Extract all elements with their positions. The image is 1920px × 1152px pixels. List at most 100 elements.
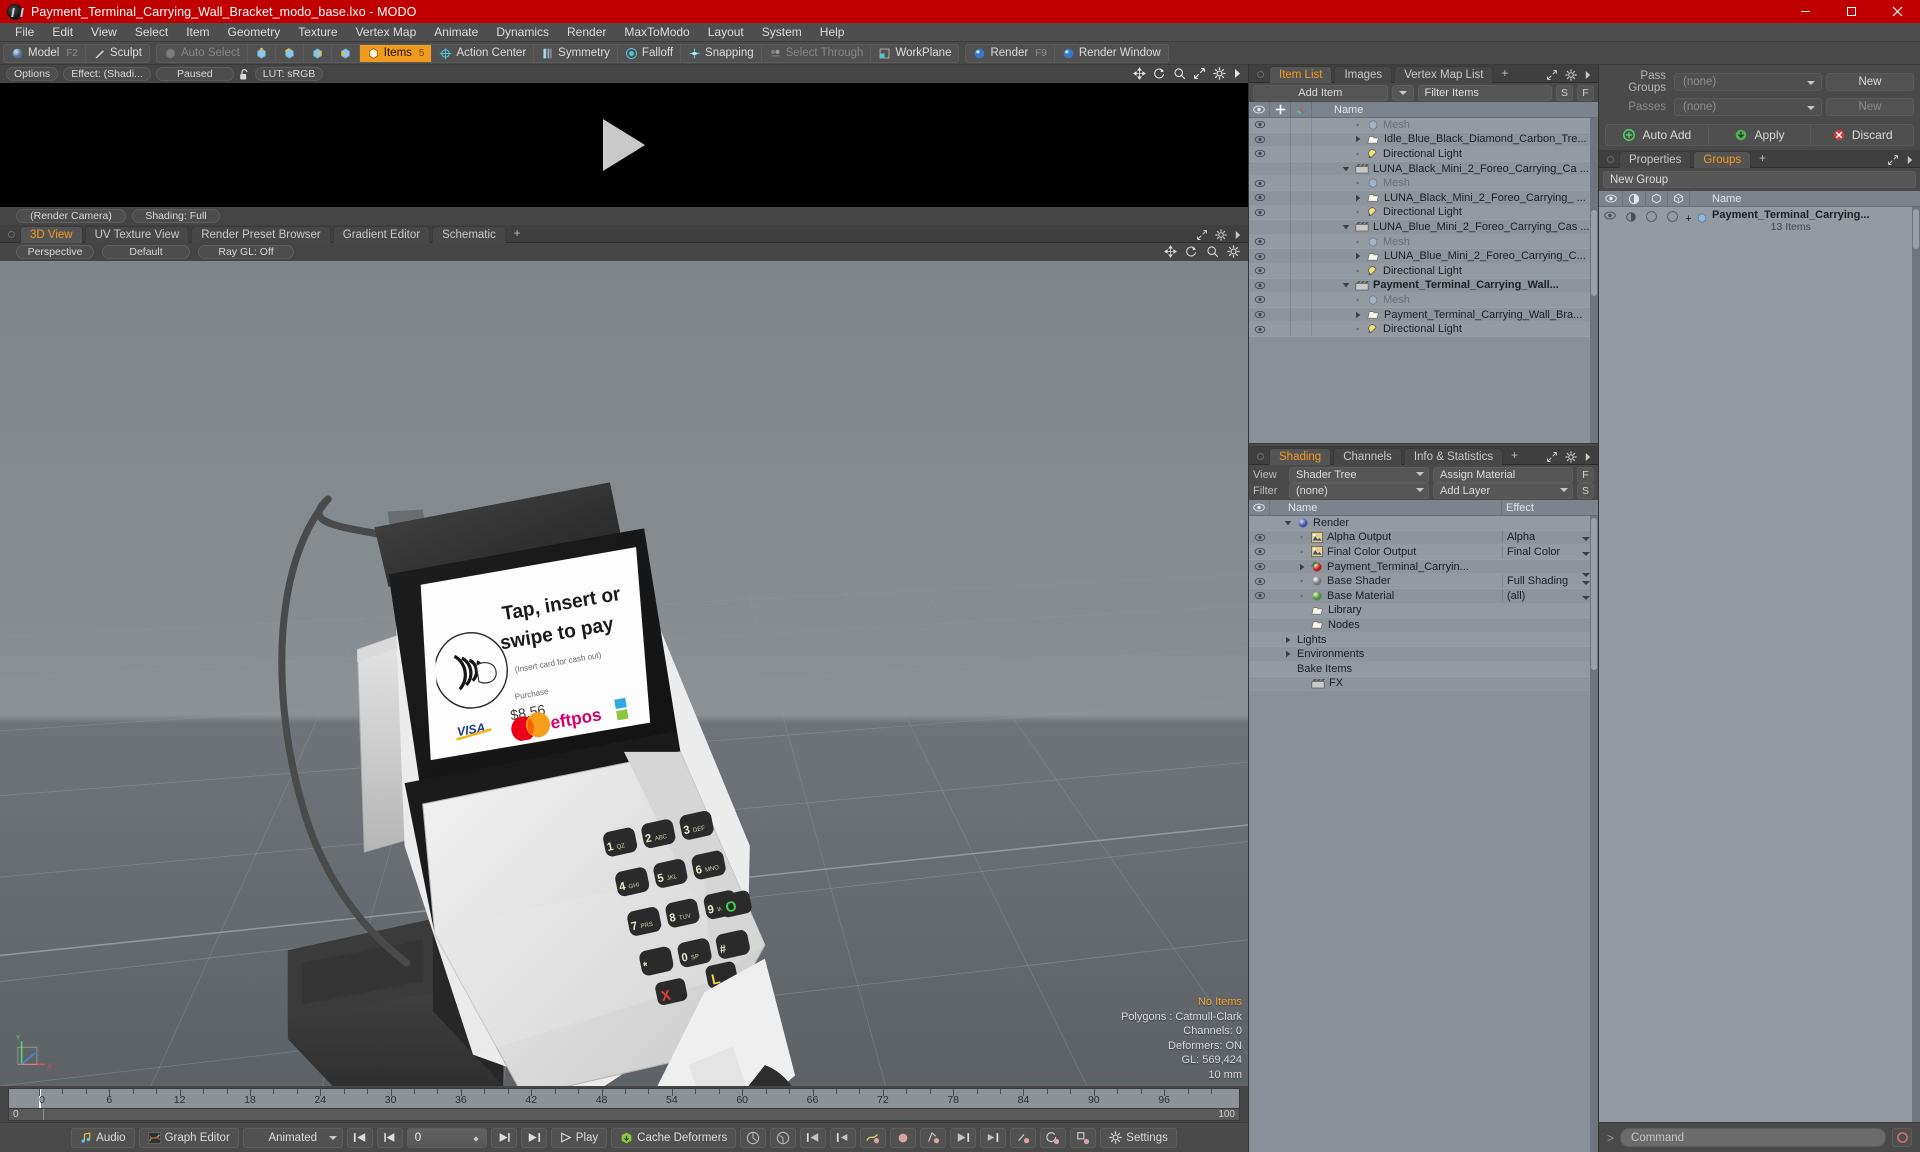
row-name-cell[interactable]: Base Material bbox=[1270, 590, 1502, 602]
chevron-down-icon[interactable] bbox=[1340, 281, 1351, 289]
row-visibility-toggle[interactable] bbox=[1249, 193, 1270, 202]
gear-icon[interactable] bbox=[1565, 451, 1577, 463]
row-name-cell[interactable]: Alpha Output bbox=[1270, 531, 1502, 543]
row-visibility-toggle[interactable] bbox=[1249, 591, 1270, 600]
chevron-down-icon[interactable] bbox=[1282, 519, 1293, 527]
preview-effect-button[interactable]: Effect: (Shadi... bbox=[63, 67, 151, 81]
assign-material-button[interactable]: Assign Material bbox=[1433, 466, 1573, 483]
edge-mode-button[interactable] bbox=[276, 44, 304, 62]
gear-icon[interactable] bbox=[1213, 67, 1226, 80]
item-list-row[interactable]: Idle_Blue_Black_Diamond_Carbon_Tre... bbox=[1249, 132, 1598, 148]
autokey-alt-button[interactable] bbox=[770, 1127, 797, 1148]
row-name-cell[interactable]: Environments bbox=[1270, 648, 1502, 660]
auto-add-button[interactable]: Auto Add bbox=[1605, 124, 1709, 146]
groups-scrollbar[interactable] bbox=[1912, 207, 1920, 1122]
rotate-key-button[interactable] bbox=[1040, 1127, 1067, 1148]
row-axis-cell[interactable] bbox=[1291, 132, 1312, 147]
viewport-tab-dot-icon[interactable] bbox=[8, 231, 15, 238]
row-name-cell[interactable]: Payment_Terminal_Carryin... bbox=[1270, 561, 1502, 573]
render-button[interactable]: Render F9 bbox=[966, 44, 1055, 62]
auto-select-button[interactable]: Auto Select bbox=[157, 44, 248, 62]
prev-key-button[interactable] bbox=[800, 1127, 827, 1148]
chevron-right-icon[interactable] bbox=[1233, 68, 1242, 79]
row-name-cell[interactable]: Base Shader bbox=[1270, 575, 1502, 587]
row-visibility-toggle[interactable] bbox=[1249, 562, 1270, 571]
items-mode-button[interactable]: Items 5 bbox=[359, 44, 433, 62]
chevron-right-icon[interactable] bbox=[1584, 452, 1592, 462]
item-list-body[interactable]: Mesh Idle_Blue_Black_Diamond_Carbon_Tre..… bbox=[1249, 118, 1598, 443]
step-back-button[interactable] bbox=[376, 1127, 403, 1148]
command-record-button[interactable] bbox=[1892, 1128, 1912, 1147]
row-name-cell[interactable]: Nodes bbox=[1270, 619, 1502, 631]
chevron-down-icon[interactable] bbox=[1340, 165, 1351, 173]
item-list-row[interactable]: Directional Light bbox=[1249, 263, 1598, 279]
row-axis-cell[interactable] bbox=[1291, 307, 1312, 322]
shader-tree-select[interactable]: Shader Tree bbox=[1289, 466, 1429, 483]
row-axis-cell[interactable] bbox=[1291, 161, 1312, 176]
apply-button[interactable]: Apply bbox=[1708, 124, 1812, 146]
minimize-button[interactable] bbox=[1782, 0, 1828, 23]
row-lock-cell[interactable] bbox=[1270, 248, 1291, 264]
move-key-button[interactable] bbox=[1010, 1127, 1037, 1148]
menu-render[interactable]: Render bbox=[558, 23, 615, 42]
chevron-right-icon[interactable] bbox=[1296, 563, 1307, 571]
shading-add-tab-button[interactable]: + bbox=[1505, 448, 1524, 465]
row-visibility-toggle[interactable] bbox=[1249, 325, 1270, 334]
fit-icon[interactable] bbox=[1193, 67, 1206, 80]
row-name-cell[interactable]: Mesh bbox=[1312, 119, 1598, 131]
create-key-curve-button[interactable] bbox=[860, 1127, 887, 1148]
chevron-down-icon[interactable] bbox=[1582, 581, 1590, 586]
timeline[interactable]: 6 12 18 24 30 36 42 48 54 60 66 72 78 84 90 96 0 0 100 bbox=[0, 1086, 1248, 1122]
row-lock-cell[interactable] bbox=[1270, 118, 1291, 133]
row-axis-cell[interactable] bbox=[1291, 205, 1312, 220]
row-lock-cell[interactable] bbox=[1270, 175, 1291, 191]
zoom-icon[interactable] bbox=[1206, 245, 1219, 258]
menu-system[interactable]: System bbox=[753, 23, 811, 42]
go-to-end-button[interactable] bbox=[520, 1127, 547, 1148]
select-through-button[interactable]: Select Through bbox=[762, 44, 872, 62]
viewport-raygl-button[interactable]: Ray GL: Off bbox=[198, 245, 294, 259]
gear-icon[interactable] bbox=[1215, 229, 1227, 241]
item-list-add-tab-button[interactable]: + bbox=[1495, 66, 1514, 83]
row-visibility-toggle[interactable] bbox=[1249, 547, 1270, 556]
shader-tree-row[interactable]: Bake Items bbox=[1249, 661, 1598, 677]
item-list-row[interactable]: Mesh bbox=[1249, 118, 1598, 133]
row-name-cell[interactable]: LUNA_Black_Mini_2_Foreo_Carrying_ ... bbox=[1312, 192, 1598, 204]
row-lock-cell[interactable] bbox=[1270, 292, 1291, 308]
row-axis-cell[interactable] bbox=[1291, 219, 1312, 235]
chevron-right-icon[interactable] bbox=[1282, 636, 1293, 644]
chevron-down-icon[interactable] bbox=[1582, 551, 1590, 556]
row-name-cell[interactable]: Mesh bbox=[1312, 236, 1598, 248]
shader-tree-row[interactable]: Lights bbox=[1249, 632, 1598, 648]
row-axis-cell[interactable] bbox=[1291, 292, 1312, 308]
row-name-cell[interactable]: Idle_Blue_Black_Diamond_Carbon_Tre... bbox=[1312, 133, 1598, 145]
shader-tree-row[interactable]: Environments bbox=[1249, 647, 1598, 662]
falloff-button[interactable]: Falloff bbox=[618, 44, 682, 62]
row-lock-cell[interactable] bbox=[1270, 132, 1291, 147]
action-center-button[interactable]: Action Center bbox=[432, 44, 535, 62]
row-name-cell[interactable]: Mesh bbox=[1312, 177, 1598, 189]
row-name-cell[interactable]: LUNA_Blue_Mini_2_Foreo_Carrying_C... bbox=[1312, 250, 1598, 262]
fit-icon[interactable] bbox=[1887, 154, 1899, 166]
menu-view[interactable]: View bbox=[82, 23, 126, 42]
tab-3d-view[interactable]: 3D View bbox=[20, 226, 83, 243]
group-expand-toggle[interactable]: + bbox=[1683, 209, 1694, 225]
chevron-down-icon[interactable] bbox=[1340, 223, 1351, 231]
tab-shading[interactable]: Shading bbox=[1269, 448, 1332, 465]
cache-deformers-button[interactable]: Cache Deformers bbox=[611, 1127, 737, 1148]
row-name-cell[interactable]: Render bbox=[1270, 517, 1502, 529]
rotate-icon[interactable] bbox=[1185, 245, 1198, 258]
shader-tree-row[interactable]: FX bbox=[1249, 676, 1598, 692]
shader-tree-row[interactable]: Payment_Terminal_Carryin... bbox=[1249, 559, 1598, 577]
pass-groups-select[interactable]: (none) bbox=[1674, 73, 1822, 91]
row-visibility-toggle[interactable] bbox=[1249, 310, 1270, 319]
row-visibility-toggle[interactable] bbox=[1249, 149, 1270, 158]
graph-editor-button[interactable]: Graph Editor bbox=[138, 1127, 239, 1148]
row-visibility-toggle[interactable] bbox=[1249, 533, 1270, 542]
chevron-right-icon[interactable] bbox=[1234, 230, 1242, 240]
axis-gizmo[interactable]: Y X bbox=[14, 1030, 56, 1072]
chevron-right-icon[interactable] bbox=[1352, 252, 1363, 260]
row-axis-cell[interactable] bbox=[1291, 263, 1312, 279]
row-lock-cell[interactable] bbox=[1270, 219, 1291, 235]
mode-model-button[interactable]: Model F2 bbox=[4, 44, 86, 62]
